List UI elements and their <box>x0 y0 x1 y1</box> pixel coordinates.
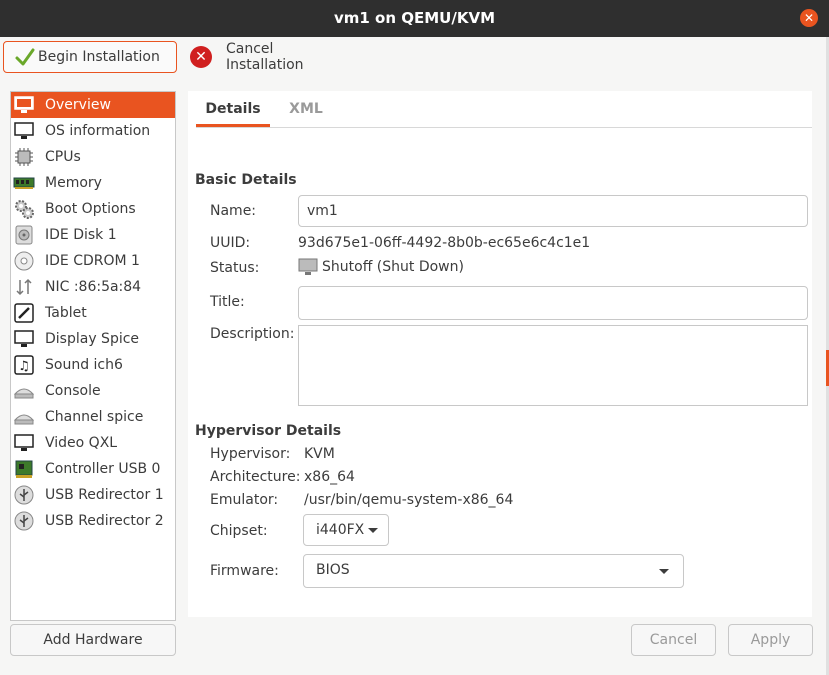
hypervisor-details-heading: Hypervisor Details <box>195 423 342 439</box>
details-panel: Details XML Basic Details Name: vm1 UUID… <box>188 91 812 617</box>
disk-icon <box>13 224 35 246</box>
monitor-icon <box>13 94 35 116</box>
window-title: vm1 on QEMU/KVM <box>333 9 495 27</box>
firmware-value: BIOS <box>316 562 350 578</box>
sound-icon: ♫ <box>13 354 35 376</box>
monitor-icon <box>13 432 35 454</box>
description-textarea[interactable] <box>298 325 808 406</box>
cancel-x-icon: ✕ <box>190 46 212 68</box>
monitor-icon <box>13 328 35 350</box>
chipset-dropdown[interactable]: i440FX <box>303 514 389 546</box>
chipset-label: Chipset: <box>210 523 268 539</box>
usb-icon <box>13 510 35 532</box>
sidebar-item-label: Boot Options <box>45 201 136 217</box>
tablet-icon <box>13 302 35 324</box>
sidebar-item-label: Overview <box>45 97 111 113</box>
sidebar-item-usb-redirector-1[interactable]: USB Redirector 1 <box>11 482 175 508</box>
sidebar-item-os-information[interactable]: OS information <box>11 118 175 144</box>
sidebar-item-label: OS information <box>45 123 151 139</box>
sidebar-item-label: Sound ich6 <box>45 357 123 373</box>
tab-divider <box>196 127 812 128</box>
sidebar-item-label: NIC :86:5a:84 <box>45 279 142 295</box>
monitor-icon <box>13 120 35 142</box>
sidebar-item-usb-redirector-2[interactable]: USB Redirector 2 <box>11 508 175 534</box>
cdrom-icon <box>13 250 35 272</box>
tab-details[interactable]: Details <box>196 91 270 127</box>
chipset-value: i440FX <box>316 522 365 538</box>
sidebar-item-console[interactable]: Console <box>11 378 175 404</box>
pci-card-icon <box>13 458 35 480</box>
uuid-label: UUID: <box>210 235 251 251</box>
chevron-down-icon <box>659 569 669 574</box>
uuid-value: 93d675e1-06ff-4492-8b0b-ec65e6c4c1e1 <box>298 235 591 251</box>
sidebar-item-tablet[interactable]: Tablet <box>11 300 175 326</box>
status-text: Shutoff (Shut Down) <box>322 259 464 275</box>
firmware-label: Firmware: <box>210 563 279 579</box>
main-area: Begin Installation ✕ Cancel Installation… <box>0 37 829 675</box>
sidebar-item-controller-usb-0[interactable]: Controller USB 0 <box>11 456 175 482</box>
status-label: Status: <box>210 260 260 276</box>
sidebar-item-ide-disk-1[interactable]: IDE Disk 1 <box>11 222 175 248</box>
sidebar-item-label: IDE Disk 1 <box>45 227 117 243</box>
status-value: Shutoff (Shut Down) <box>298 258 464 276</box>
sidebar-item-label: USB Redirector 2 <box>45 513 164 529</box>
begin-installation-label: Begin Installation <box>38 49 160 65</box>
sidebar-item-label: Controller USB 0 <box>45 461 161 477</box>
basic-details-heading: Basic Details <box>195 172 297 188</box>
title-label: Title: <box>210 294 245 310</box>
sidebar-item-display-spice[interactable]: Display Spice <box>11 326 175 352</box>
cancel-installation-label: Cancel Installation <box>226 41 304 73</box>
serial-icon <box>13 406 35 428</box>
serial-icon <box>13 380 35 402</box>
gears-icon <box>13 198 35 220</box>
sidebar-item-sound-ich6[interactable]: ♫ Sound ich6 <box>11 352 175 378</box>
usb-icon <box>13 484 35 506</box>
tab-xml[interactable]: XML <box>276 91 336 127</box>
architecture-value: x86_64 <box>304 469 355 485</box>
cancel-installation-button[interactable]: ✕ Cancel Installation <box>190 41 304 73</box>
checkmark-icon <box>15 48 35 66</box>
sidebar-item-cpus[interactable]: CPUs <box>11 144 175 170</box>
title-field[interactable] <box>298 286 808 320</box>
network-arrows-icon <box>13 276 35 298</box>
begin-installation-button[interactable]: Begin Installation <box>3 41 177 73</box>
memory-icon <box>13 172 35 194</box>
sidebar-item-video-qxl[interactable]: Video QXL <box>11 430 175 456</box>
cpu-icon <box>13 146 35 168</box>
apply-button[interactable]: Apply <box>728 624 813 656</box>
sidebar-item-channel-spice[interactable]: Channel spice <box>11 404 175 430</box>
cancel-button[interactable]: Cancel <box>631 624 716 656</box>
add-hardware-button[interactable]: Add Hardware <box>10 624 176 656</box>
hypervisor-label: Hypervisor: <box>210 446 291 462</box>
name-field[interactable]: vm1 <box>298 195 808 227</box>
emulator-label: Emulator: <box>210 492 279 508</box>
emulator-value: /usr/bin/qemu-system-x86_64 <box>304 492 514 508</box>
sidebar-item-ide-cdrom-1[interactable]: IDE CDROM 1 <box>11 248 175 274</box>
hypervisor-value: KVM <box>304 446 335 462</box>
sidebar-item-label: Display Spice <box>45 331 140 347</box>
sidebar-item-memory[interactable]: Memory <box>11 170 175 196</box>
title-bar: vm1 on QEMU/KVM ✕ <box>0 0 829 37</box>
sidebar-item-label: Channel spice <box>45 409 144 425</box>
sidebar-item-label: IDE CDROM 1 <box>45 253 140 269</box>
description-label: Description: <box>210 326 295 342</box>
firmware-dropdown[interactable]: BIOS <box>303 554 684 588</box>
sidebar-item-label: Video QXL <box>45 435 118 451</box>
sidebar-item-label: Console <box>45 383 101 399</box>
name-label: Name: <box>210 203 257 219</box>
shutoff-monitor-icon <box>298 258 318 275</box>
sidebar-item-boot-options[interactable]: Boot Options <box>11 196 175 222</box>
sidebar-item-label: Tablet <box>45 305 87 321</box>
sidebar-item-overview[interactable]: Overview <box>11 92 175 118</box>
chevron-down-icon <box>368 528 378 533</box>
sidebar-item-nic[interactable]: NIC :86:5a:84 <box>11 274 175 300</box>
architecture-label: Architecture: <box>210 469 301 485</box>
hardware-list: Overview OS information CPUs Memory Boot… <box>10 91 176 621</box>
sidebar-item-label: USB Redirector 1 <box>45 487 164 503</box>
sidebar-item-label: Memory <box>45 175 102 191</box>
window-close-icon[interactable]: ✕ <box>800 9 818 27</box>
sidebar-item-label: CPUs <box>45 149 81 165</box>
svg-text:♫: ♫ <box>18 359 30 374</box>
